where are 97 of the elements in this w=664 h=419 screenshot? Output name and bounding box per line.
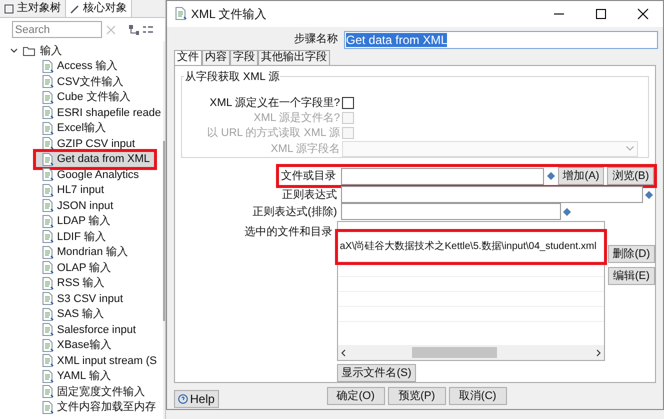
tree-item[interactable]: Access 输入 xyxy=(42,58,120,74)
tree-item[interactable]: LDIF 输入 xyxy=(42,229,108,244)
field-label: XML 源字段名 xyxy=(270,142,340,157)
document-icon xyxy=(42,214,54,228)
tree-item[interactable]: XML input stream (S xyxy=(42,353,159,368)
tree-item[interactable]: CSV文件输入 xyxy=(42,74,126,90)
dialog-button[interactable]: 取消(C) xyxy=(448,387,507,405)
tree-item[interactable]: RSS 输入 xyxy=(42,276,107,291)
dialog-button[interactable]: 确定(O) xyxy=(326,387,385,405)
tree-item[interactable]: Cube 文件输入 xyxy=(42,90,132,105)
tree-item[interactable]: 固定宽度文件输入 xyxy=(42,384,147,400)
horizontal-scrollbar[interactable] xyxy=(338,345,604,360)
add-button[interactable]: 增加(A) xyxy=(558,167,604,186)
tree-item[interactable]: YAML 输入 xyxy=(42,368,113,384)
scrollbar-thumb[interactable] xyxy=(162,141,165,321)
document-icon xyxy=(42,199,54,212)
checkbox-label: XML 源定义在一个字段里? xyxy=(208,96,340,110)
document-icon xyxy=(175,7,187,20)
document-icon xyxy=(42,246,54,259)
document-icon xyxy=(42,122,54,135)
tab[interactable]: 文件 xyxy=(174,50,202,66)
tab[interactable]: 内容 xyxy=(202,50,230,66)
delete-button[interactable]: 删除(D) xyxy=(608,245,655,264)
show-filenames-button[interactable]: 显示文件名(S) xyxy=(336,364,416,382)
document-icon xyxy=(42,90,54,104)
close-icon[interactable] xyxy=(637,8,649,20)
tree-item[interactable]: LDAP 输入 xyxy=(42,214,113,229)
hierarchy-icon[interactable] xyxy=(128,24,139,34)
document-icon xyxy=(42,168,54,182)
document-icon xyxy=(42,354,54,368)
tree-item[interactable]: ESRI shapefile reade xyxy=(42,105,163,120)
tree-item[interactable]: 输入 xyxy=(40,42,62,59)
variable-icon xyxy=(546,172,555,180)
browse-button[interactable]: 浏览(B) xyxy=(607,167,654,186)
edit-button[interactable]: 编辑(E) xyxy=(608,267,655,286)
document-icon xyxy=(42,137,54,150)
tree-icon xyxy=(4,4,14,14)
table-cell[interactable]: aX\尚硅谷大数据技术之Kettle\5.数据\input\04_student.xml xyxy=(338,232,604,262)
tree-item[interactable]: OLAP 输入 xyxy=(42,260,114,276)
clear-icon[interactable] xyxy=(106,24,115,34)
document-icon xyxy=(42,276,54,290)
document-icon xyxy=(42,400,54,414)
file-field[interactable] xyxy=(341,168,544,185)
tab[interactable]: 其他输出字段 xyxy=(258,50,330,66)
tree-item[interactable]: S3 CSV input xyxy=(42,291,126,306)
checkbox[interactable] xyxy=(342,96,354,109)
document-icon xyxy=(42,230,54,244)
document-icon xyxy=(42,60,54,73)
document-icon xyxy=(42,323,54,336)
document-icon xyxy=(42,338,54,352)
document-icon xyxy=(42,370,54,383)
tree-item[interactable]: 文件内容加载至内存 xyxy=(42,400,158,415)
field-label: 文件或目录 xyxy=(280,168,336,184)
panel-tab[interactable]: 核心对象 xyxy=(66,0,132,17)
scrollbar[interactable] xyxy=(162,41,165,419)
help-button[interactable]: Help xyxy=(174,390,219,408)
regex-field[interactable] xyxy=(341,186,643,204)
tree-item[interactable]: Mondrian 输入 xyxy=(42,244,130,260)
field-label: 步骤名称 xyxy=(293,32,338,48)
document-icon xyxy=(42,261,54,274)
chevron-icon[interactable] xyxy=(10,48,18,54)
search-field[interactable]: Search xyxy=(12,21,102,38)
variable-icon xyxy=(645,190,653,199)
tree-item[interactable]: Excel输入 xyxy=(42,120,108,136)
document-icon xyxy=(42,184,54,197)
document-icon xyxy=(42,385,54,398)
scrollbar-thumb[interactable] xyxy=(412,347,497,358)
document-icon xyxy=(42,75,54,88)
step-name-field[interactable]: Get data from XML xyxy=(344,30,658,49)
pencil-icon xyxy=(70,4,80,14)
document-icon xyxy=(42,106,54,120)
tree-item[interactable]: Get data from XML xyxy=(36,152,154,167)
tree-item[interactable]: HL7 input xyxy=(42,182,106,198)
field-label: 正则表达式(排除) xyxy=(252,204,337,220)
tree-item[interactable]: Google Analytics xyxy=(42,167,141,182)
help-icon xyxy=(178,394,188,404)
maximize-icon[interactable] xyxy=(595,8,607,20)
document-icon xyxy=(42,292,54,306)
checkbox-label: XML 源是文件名? xyxy=(252,110,340,126)
folder-icon xyxy=(23,46,35,56)
window-title: XML 文件输入 xyxy=(191,6,267,23)
document-icon xyxy=(42,308,54,321)
field-label: 正则表达式 xyxy=(281,188,337,203)
tree-item[interactable]: XBase输入 xyxy=(42,338,114,353)
checkbox-label: 以 URL 的方式读取 XML 源 xyxy=(206,126,340,140)
tab[interactable]: 字段 xyxy=(230,50,258,66)
tree-item[interactable]: Salesforce input xyxy=(42,322,138,338)
tree-item[interactable]: JSON input xyxy=(42,198,116,214)
document-icon xyxy=(42,152,54,166)
dialog-button[interactable]: 预览(P) xyxy=(388,387,446,405)
exclude-regex-field[interactable] xyxy=(341,203,561,220)
variable-icon xyxy=(563,208,571,216)
tree-item[interactable]: SAS 输入 xyxy=(42,306,106,322)
list-icon[interactable] xyxy=(142,24,153,34)
field-label: 选中的文件和目录 xyxy=(244,224,333,240)
chevron-icon xyxy=(626,146,634,152)
tree-item[interactable]: GZIP CSV input xyxy=(42,136,138,152)
